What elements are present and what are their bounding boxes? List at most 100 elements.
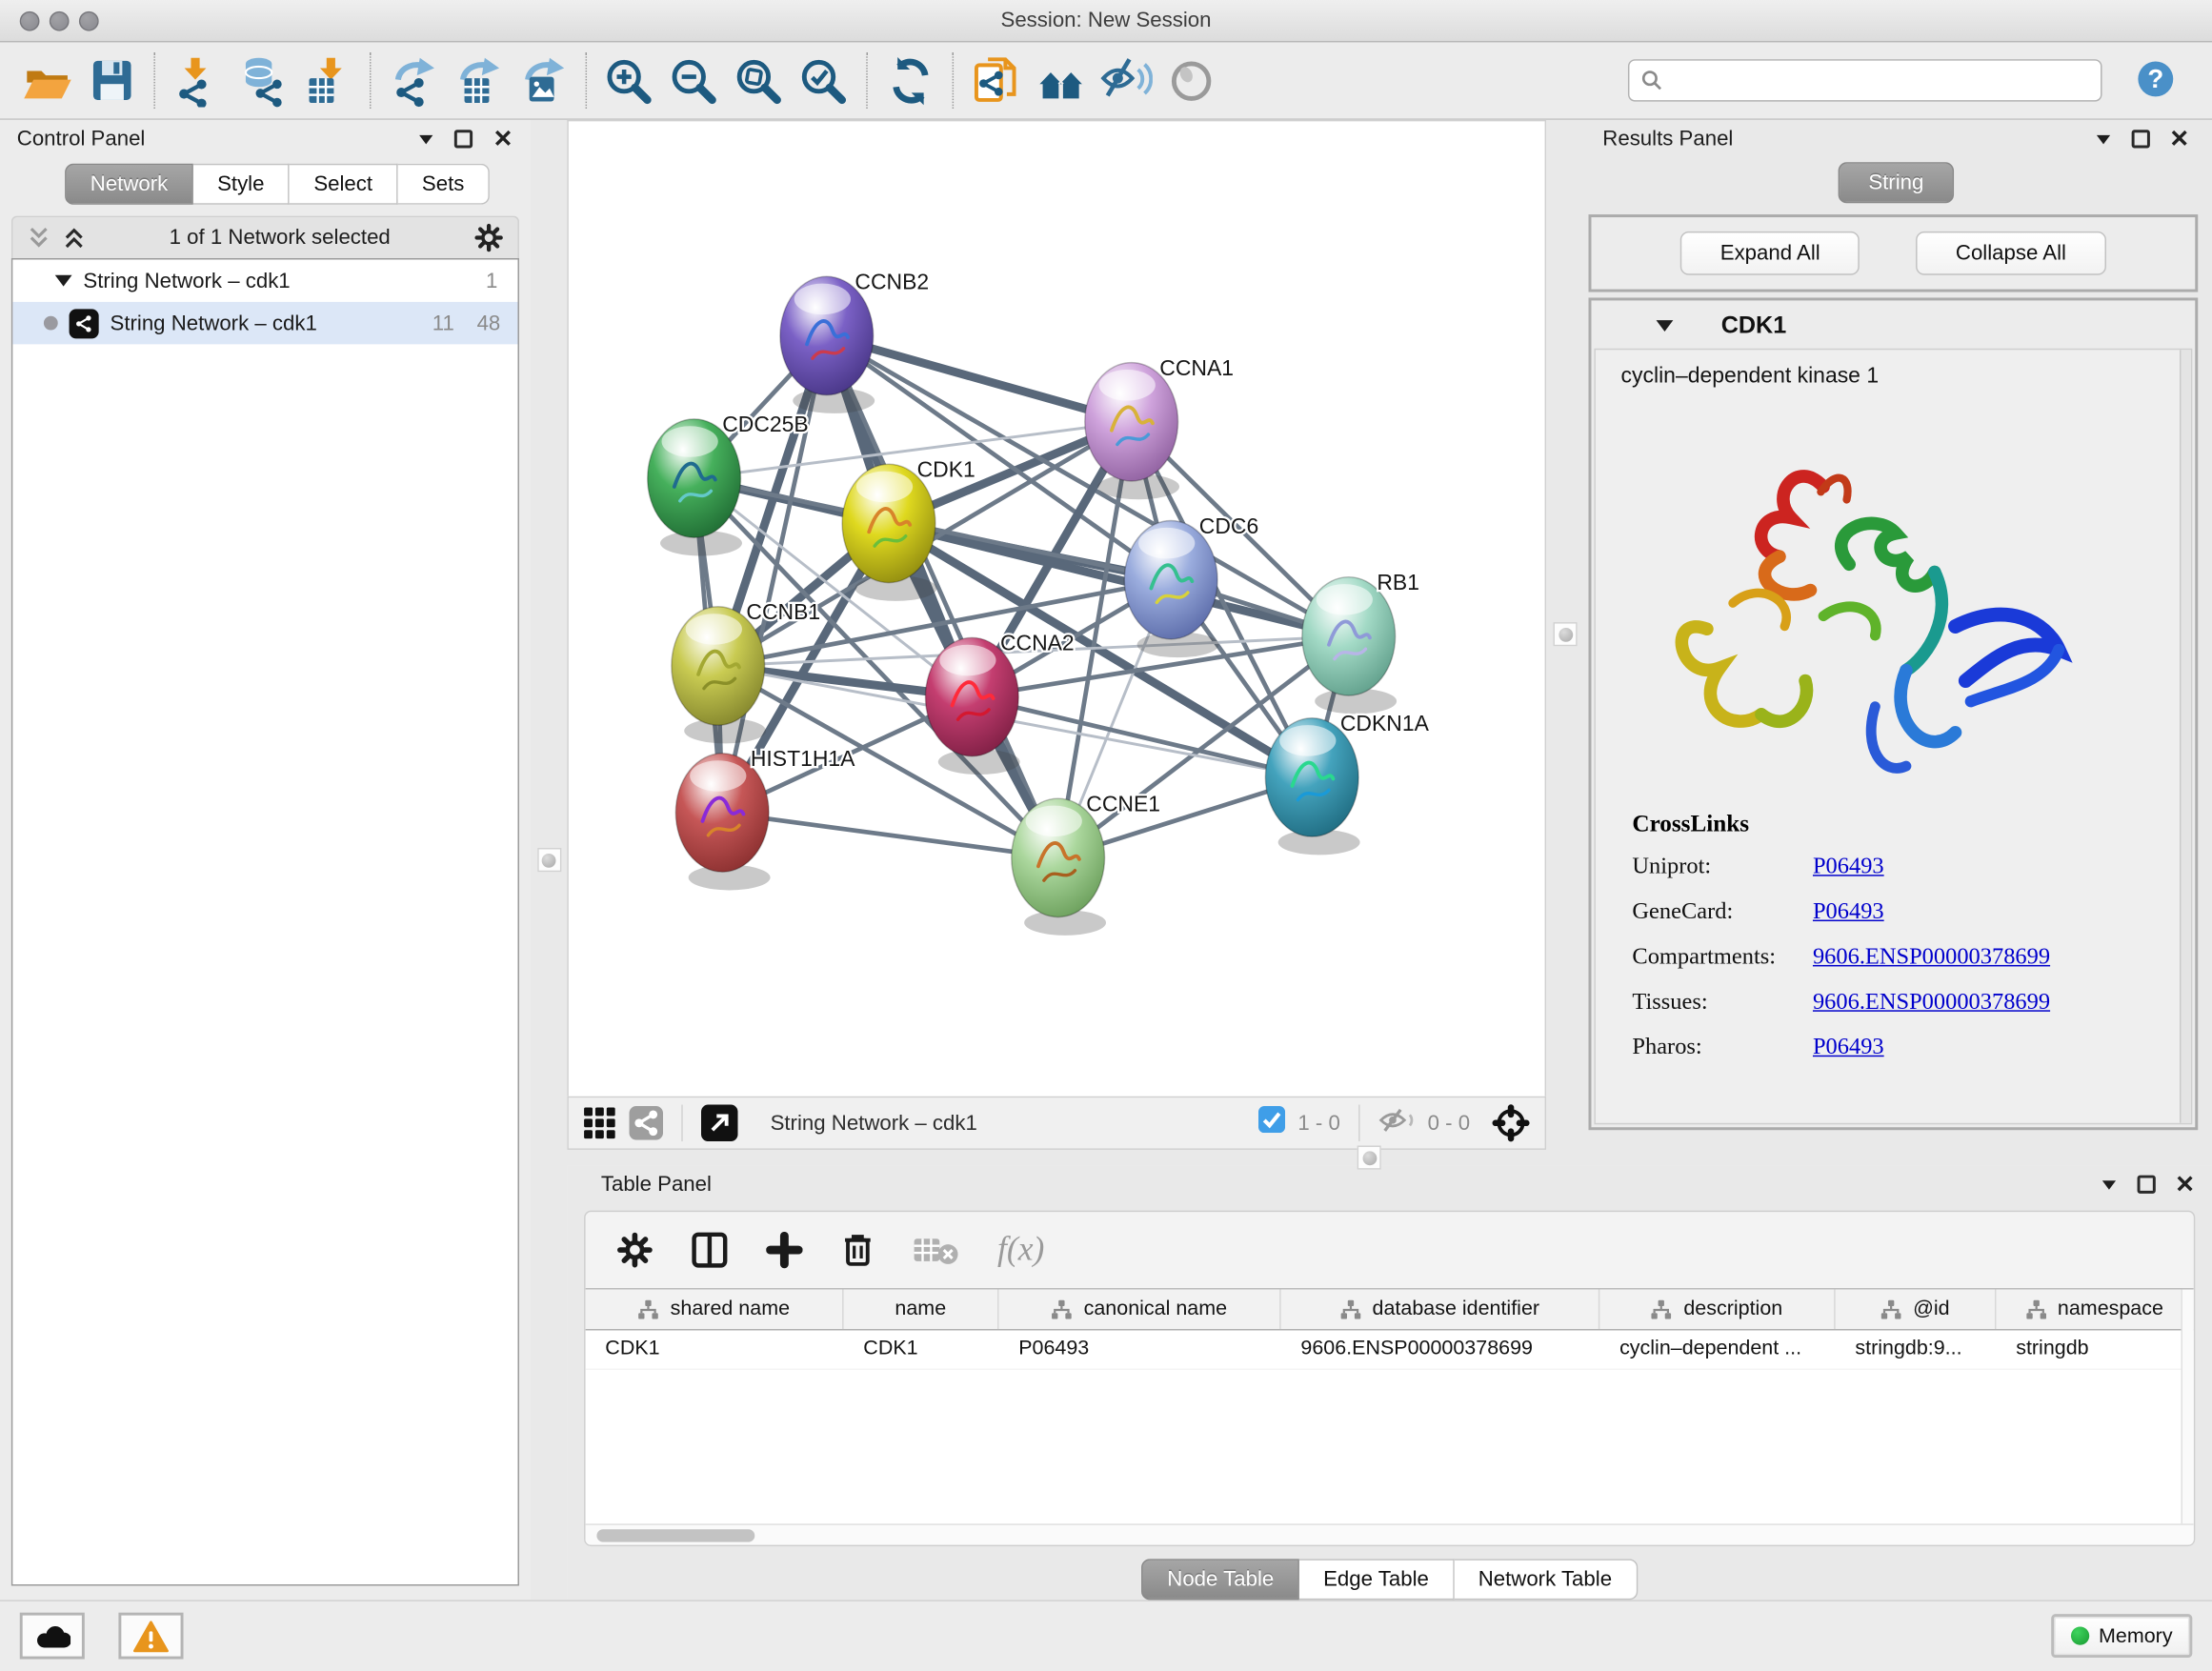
detach-view-button[interactable] [701, 1105, 738, 1142]
collection-expand-icon[interactable] [55, 275, 72, 287]
cloud-status-button[interactable] [20, 1613, 85, 1660]
search-input[interactable] [1672, 69, 2089, 92]
column-header-name[interactable]: name [844, 1290, 999, 1329]
hidden-toggle[interactable] [1378, 1105, 1416, 1140]
import-network-button[interactable] [165, 48, 230, 112]
table-horizontal-scrollbar[interactable] [586, 1523, 2194, 1544]
show-columns-button[interactable] [690, 1230, 729, 1269]
table-panel-float-button[interactable] [2137, 1176, 2155, 1194]
right-splitter[interactable] [1546, 120, 1585, 1150]
node-CDC25B[interactable] [648, 419, 742, 556]
import-table-button[interactable] [295, 48, 360, 112]
delete-table-button[interactable] [913, 1235, 960, 1266]
table-cell[interactable]: cyclin–dependent ... [1599, 1330, 1835, 1368]
table-cell[interactable]: stringdb:9... [1836, 1330, 1997, 1368]
table-cell[interactable]: 9606.ENSP00000378699 [1281, 1330, 1600, 1368]
column-header-shared-name[interactable]: shared name [586, 1290, 844, 1329]
view-mode-button[interactable] [629, 1106, 663, 1140]
section-expand-icon[interactable] [1657, 320, 1674, 332]
control-panel-float-button[interactable] [455, 130, 473, 148]
node-table[interactable]: shared namenamecanonical namedatabase id… [586, 1288, 2194, 1545]
zoom-in-button[interactable] [596, 48, 661, 112]
collapse-all-button[interactable]: Collapse All [1916, 232, 2105, 275]
column-header-canonical-name[interactable]: canonical name [998, 1290, 1280, 1329]
gene-section-header[interactable]: CDK1 [1594, 303, 2192, 348]
node-CDC6[interactable] [1124, 520, 1218, 657]
crosslink-value-link[interactable]: P06493 [1813, 1033, 1884, 1061]
table-panel-menu-button[interactable] [2101, 1178, 2118, 1190]
crosslink-value-link[interactable]: P06493 [1813, 852, 1884, 880]
node-CCNA2[interactable] [925, 637, 1019, 775]
column-header-database-identifier[interactable]: database identifier [1281, 1290, 1600, 1329]
crosslink-value-link[interactable]: 9606.ENSP00000378699 [1813, 942, 2050, 971]
control-panel-close-button[interactable]: ✕ [493, 130, 513, 148]
refresh-layout-button[interactable] [877, 48, 942, 112]
memory-button[interactable]: Memory [2051, 1614, 2193, 1658]
zoom-window-button[interactable] [79, 11, 99, 31]
table-cell[interactable]: CDK1 [844, 1330, 999, 1368]
control-panel-menu-button[interactable] [418, 133, 435, 145]
tab-string[interactable]: String [1839, 162, 1953, 203]
edge-HIST1H1A-CCNE1[interactable] [722, 813, 1057, 857]
export-image-button[interactable] [511, 48, 575, 112]
network-row-selected[interactable]: String Network – cdk1 11 48 [12, 302, 517, 344]
add-column-button[interactable] [766, 1232, 803, 1269]
table-panel-close-button[interactable]: ✕ [2175, 1176, 2195, 1194]
tab-style[interactable]: Style [193, 164, 290, 205]
splitter-handle[interactable] [1357, 1145, 1381, 1169]
node-CCNE1[interactable] [1012, 798, 1106, 936]
tab-select[interactable]: Select [290, 164, 398, 205]
expand-all-button[interactable]: Expand All [1680, 232, 1860, 275]
splitter-handle[interactable] [1553, 622, 1577, 646]
edge-CCNB2-CCNE1[interactable] [827, 335, 1058, 857]
left-splitter[interactable] [530, 120, 567, 1600]
selected-checkbox[interactable] [1258, 1106, 1285, 1140]
table-vertical-scrollbar[interactable] [2181, 1290, 2193, 1524]
results-panel-menu-button[interactable] [2095, 133, 2112, 145]
column-header-description[interactable]: description [1599, 1290, 1835, 1329]
horizontal-splitter[interactable] [567, 1150, 2212, 1165]
column-header-namespace[interactable]: namespace [1996, 1290, 2193, 1329]
node-CCNB1[interactable] [672, 607, 766, 744]
collapse-all-networks-button[interactable] [27, 226, 50, 250]
node-CCNB2[interactable] [780, 276, 875, 413]
first-neighbors-button[interactable] [1029, 48, 1094, 112]
zoom-out-button[interactable] [662, 48, 727, 112]
crosslink-value-link[interactable]: 9606.ENSP00000378699 [1813, 988, 2050, 1017]
show-grid-button[interactable] [583, 1106, 617, 1140]
node-RB1[interactable] [1302, 577, 1397, 715]
save-session-button[interactable] [79, 48, 144, 112]
zoom-selected-button[interactable] [792, 48, 856, 112]
hide-selected-button[interactable] [1094, 48, 1158, 112]
table-options-button[interactable] [616, 1232, 654, 1269]
results-panel-close-button[interactable]: ✕ [2169, 130, 2189, 148]
open-session-button[interactable] [14, 48, 79, 112]
warnings-button[interactable] [118, 1613, 183, 1660]
preview-button[interactable] [1158, 48, 1223, 112]
copy-network-button[interactable] [963, 48, 1028, 112]
tab-network-table[interactable]: Network Table [1455, 1559, 1638, 1600]
table-cell[interactable]: stringdb [1996, 1330, 2193, 1368]
search-box[interactable] [1628, 59, 2102, 101]
expand-all-networks-button[interactable] [62, 226, 86, 250]
scrollbar-thumb[interactable] [596, 1529, 754, 1541]
node-CDKN1A[interactable] [1265, 718, 1359, 856]
node-HIST1H1A[interactable] [675, 754, 770, 891]
tab-sets[interactable]: Sets [398, 164, 490, 205]
table-row[interactable]: CDK1CDK1P064939606.ENSP00000378699cyclin… [586, 1330, 2194, 1369]
function-builder-button[interactable]: f(x) [997, 1231, 1044, 1269]
network-collection-row[interactable]: String Network – cdk1 1 [12, 259, 517, 301]
tab-network[interactable]: Network [65, 164, 193, 205]
tab-node-table[interactable]: Node Table [1142, 1559, 1299, 1600]
network-canvas[interactable]: CCNB2CCNA1CDC25BCDK1CDC6RB1CCNB1CCNA2CDK… [567, 120, 1546, 1097]
network-options-button[interactable] [473, 223, 503, 252]
tab-edge-table[interactable]: Edge Table [1299, 1559, 1455, 1600]
minimize-window-button[interactable] [50, 11, 70, 31]
close-window-button[interactable] [20, 11, 40, 31]
import-database-button[interactable] [230, 48, 294, 112]
splitter-handle[interactable] [537, 848, 561, 872]
crosslink-value-link[interactable]: P06493 [1813, 897, 1884, 926]
results-panel-float-button[interactable] [2131, 130, 2149, 148]
delete-column-button[interactable] [839, 1230, 876, 1269]
birdseye-button[interactable] [1491, 1103, 1530, 1142]
